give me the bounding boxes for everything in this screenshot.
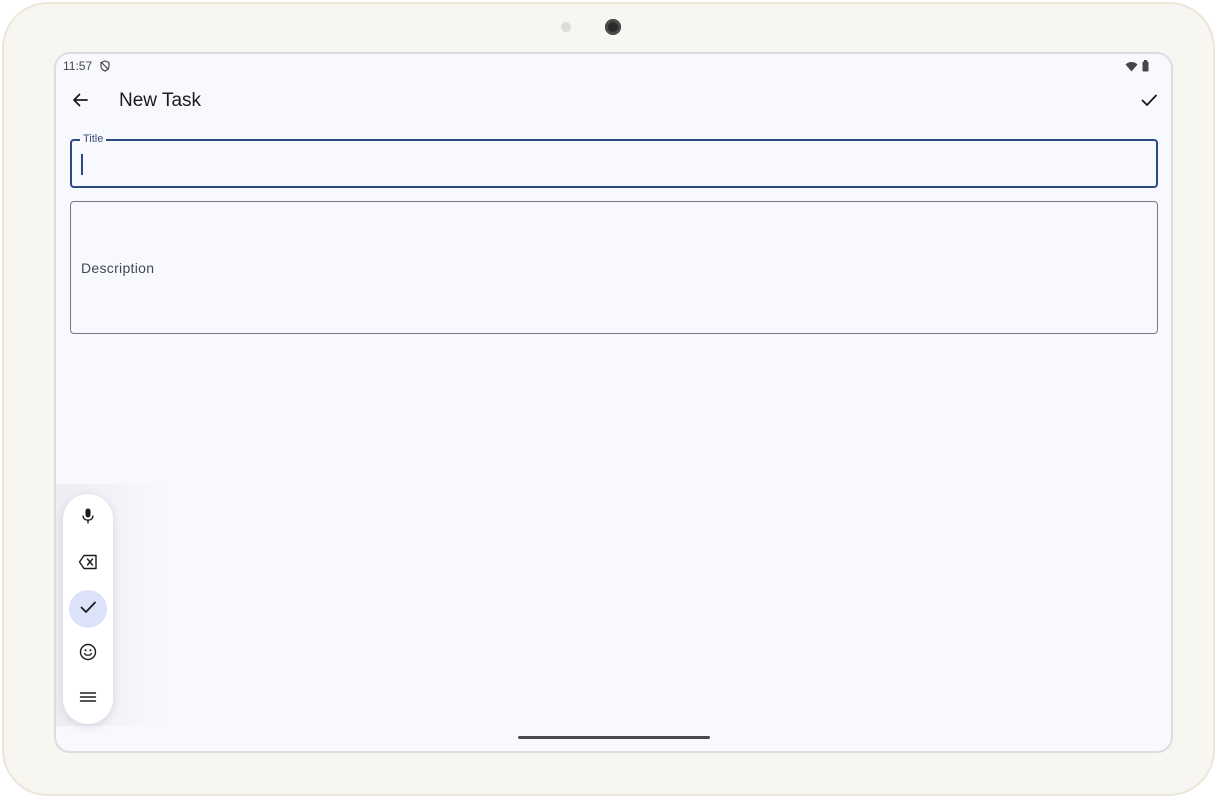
- tablet-frame: 11:57 New Task Title Description: [2, 2, 1215, 796]
- battery-icon: [1142, 59, 1149, 77]
- backspace-button[interactable]: [69, 545, 107, 583]
- arrow-back-icon: [71, 91, 89, 114]
- do-not-disturb-icon: [99, 59, 111, 72]
- emoji-icon: [79, 643, 97, 666]
- title-input[interactable]: [72, 141, 1156, 186]
- check-icon: [79, 598, 97, 621]
- description-input[interactable]: [71, 202, 1157, 333]
- front-camera: [605, 19, 621, 35]
- status-right-icons: [1125, 59, 1149, 77]
- title-field[interactable]: Title: [70, 133, 1158, 188]
- floating-toolbar: [63, 494, 113, 724]
- top-app-bar: New Task: [56, 78, 1171, 126]
- description-field[interactable]: Description: [70, 201, 1158, 334]
- menu-icon: [79, 688, 97, 711]
- done-button[interactable]: [69, 590, 107, 628]
- voice-input-button[interactable]: [69, 499, 107, 537]
- page-title: New Task: [119, 90, 202, 111]
- emoji-button[interactable]: [69, 635, 107, 673]
- status-time: 11:57: [63, 59, 93, 73]
- check-icon: [1140, 91, 1158, 114]
- menu-button[interactable]: [69, 680, 107, 718]
- status-bar: 11:57: [56, 54, 1171, 78]
- wifi-icon: [1125, 59, 1138, 77]
- backspace-icon: [78, 554, 98, 575]
- proximity-sensor: [561, 22, 571, 32]
- text-cursor: [81, 154, 83, 175]
- navigation-handle[interactable]: [518, 736, 710, 739]
- microphone-icon: [79, 507, 97, 530]
- save-button[interactable]: [1131, 84, 1167, 120]
- back-button[interactable]: [62, 84, 98, 120]
- screen: 11:57 New Task Title Description: [54, 52, 1173, 753]
